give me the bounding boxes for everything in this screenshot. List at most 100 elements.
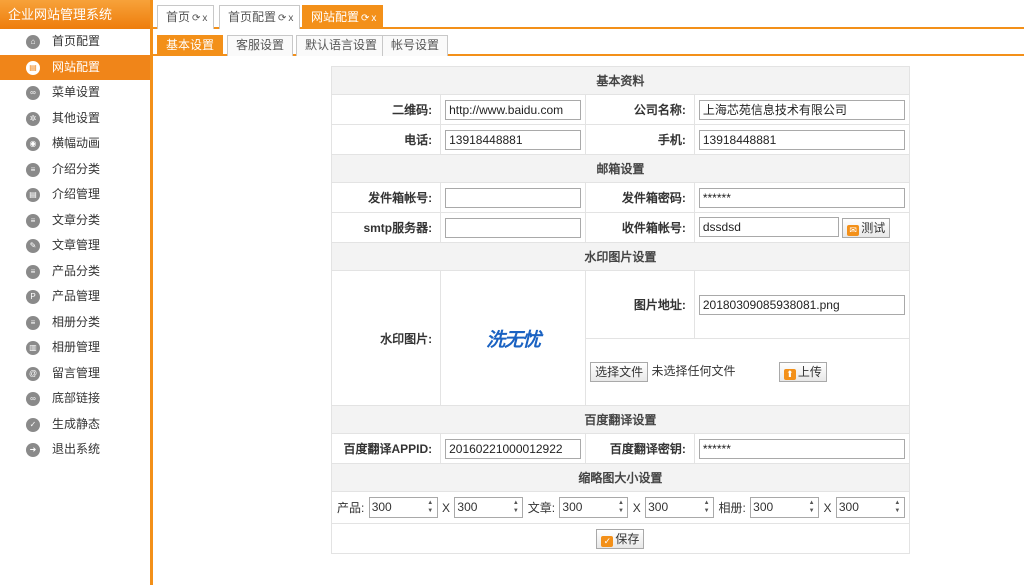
image-path-input[interactable] [698,294,905,315]
website-config-form: 基本资料 二维码: 公司名称: 电话: 手机: 邮箱设置 发件箱帐号: 发件箱密… [330,66,910,554]
refresh-icon[interactable]: ⟳ [192,13,200,24]
sidebar-item-0[interactable]: ⌂ 首页配置 [0,29,150,55]
x-separator: X [632,500,641,515]
upload-label: 上传 [797,365,822,379]
phone-input[interactable] [445,129,582,150]
choose-file-button[interactable]: 选择文件 [590,362,649,382]
save-check-icon: ✓ [601,535,614,547]
article-width-value: 300 [562,500,583,514]
album-height-value: 300 [838,500,859,514]
sidebar-item-12[interactable]: ▥ 相册管理 [0,335,150,361]
sidebar-item-label: 相册分类 [52,314,101,329]
spinner-arrows-icon[interactable]: ▲ ▼ [806,499,817,516]
sidebar-item-14[interactable]: ∞ 底部链接 [0,386,150,412]
smtp-server-label: smtp服务器: [330,212,442,243]
sidebar-item-16[interactable]: ➜ 退出系统 [0,437,150,463]
sub-tab-2[interactable]: 默认语言设置 [296,35,387,56]
sender-account-input[interactable] [445,187,582,208]
spinner-arrows-icon[interactable]: ▲ ▼ [615,499,626,516]
list-icon: ≡ [26,315,40,330]
sidebar-item-4[interactable]: ◉ 横幅动画 [0,131,150,157]
image-path-label: 图片地址: [585,270,695,339]
sidebar-item-1[interactable]: ▤ 网站配置 [0,54,150,80]
product-height-stepper[interactable]: 300 ▲ ▼ [454,497,524,518]
sidebar-item-6[interactable]: ▤ 介绍管理 [0,182,150,208]
qrcode-input[interactable] [445,99,582,120]
sidebar-item-label: 横幅动画 [52,136,101,150]
spinner-arrows-icon[interactable]: ▲ ▼ [701,499,712,516]
album-width-stepper[interactable]: 300 ▲ ▼ [750,497,820,518]
sidebar-item-label: 菜单设置 [52,85,101,99]
settings-sub-tabs: 基本设置 客服设置 默认语言设置 帐号设置 [153,31,1024,56]
sidebar-item-9[interactable]: ≡ 产品分类 [0,259,150,285]
page-tab-label: 首页 [166,10,191,24]
page-tab-2[interactable]: 网站配置 ⟳ x [302,5,384,29]
save-button[interactable]: ✓ 保存 [596,528,645,549]
receiver-account-label: 收件箱帐号: [585,212,695,243]
baidu-key-input[interactable] [698,438,905,459]
sidebar-item-13[interactable]: @ 留言管理 [0,361,150,387]
article-height-value: 300 [648,500,669,514]
sidebar-item-10[interactable]: P 产品管理 [0,284,150,310]
close-icon[interactable]: x [288,13,293,24]
company-name-input[interactable] [698,99,905,120]
article-width-stepper[interactable]: 300 ▲ ▼ [559,497,629,518]
watermark-logo: 洗无忧 [486,328,541,351]
page-tab-0[interactable]: 首页 ⟳ x [157,5,215,29]
spinner-arrows-icon[interactable]: ▲ ▼ [510,499,521,516]
gear-icon: ✲ [26,111,40,126]
product-height-value: 300 [457,500,478,514]
close-icon[interactable]: x [202,13,207,24]
sidebar-nav: ⌂ 首页配置 ▤ 网站配置 ∞ 菜单设置 ✲ 其他设置 ◉ 横幅动画 ≡ 介绍分类 ▤ 介绍管理 ≡ 文章分类… [0,29,150,463]
watermark-image-preview: 洗无忧 [440,270,587,406]
mobile-input[interactable] [698,129,905,150]
list-icon: ≡ [26,264,40,279]
sub-tab-3[interactable]: 帐号设置 [382,35,449,56]
p-icon: P [26,290,40,304]
qrcode-label: 二维码: [330,94,442,125]
article-height-stepper[interactable]: 300 ▲ ▼ [645,497,715,518]
check-icon: ✓ [26,417,40,432]
sidebar-item-label: 首页配置 [52,34,101,48]
link-icon: ∞ [26,392,40,406]
baidu-appid-input[interactable] [445,438,582,459]
section-header-watermark: 水印图片设置 [331,242,910,271]
spinner-arrows-icon[interactable]: ▲ ▼ [425,499,436,516]
sidebar-item-2[interactable]: ∞ 菜单设置 [0,80,150,106]
x-separator: X [442,500,451,515]
test-mail-button[interactable]: ✉ 测试 [842,217,891,238]
page-tab-1[interactable]: 首页配置 ⟳ x [219,5,301,29]
album-height-stepper[interactable]: 300 ▲ ▼ [835,497,905,518]
link-icon: ∞ [26,86,40,100]
section-header-mail: 邮箱设置 [331,154,910,183]
at-icon: @ [26,366,40,381]
sidebar-item-label: 底部链接 [52,391,101,405]
sidebar-item-11[interactable]: ≡ 相册分类 [0,310,150,336]
sender-password-input[interactable] [698,187,905,208]
refresh-icon[interactable]: ⟳ [278,13,286,24]
spinner-arrows-icon[interactable]: ▲ ▼ [892,499,903,516]
no-file-chosen-text: 未选择任何文件 [651,364,736,379]
product-width-stepper[interactable]: 300 ▲ ▼ [368,497,438,518]
arrow-right-icon: ➜ [26,443,40,457]
sidebar-item-5[interactable]: ≡ 介绍分类 [0,157,150,183]
mobile-label: 手机: [585,124,695,155]
sidebar-item-label: 介绍管理 [52,187,101,201]
sub-tab-1[interactable]: 客服设置 [227,35,294,56]
section-header-baidu: 百度翻译设置 [331,405,910,434]
smtp-server-input[interactable] [445,217,582,238]
sidebar-item-15[interactable]: ✓ 生成静态 [0,412,150,438]
sub-tab-0[interactable]: 基本设置 [157,35,224,56]
upload-button[interactable]: ⬆ 上传 [778,362,827,382]
company-name-label: 公司名称: [585,94,695,125]
sidebar-item-7[interactable]: ≡ 文章分类 [0,208,150,234]
mail-icon: ✉ [847,224,860,236]
refresh-icon[interactable]: ⟳ [361,13,369,24]
page-tab-label: 网站配置 [311,10,360,24]
sidebar-item-label: 留言管理 [52,365,101,380]
receiver-account-input[interactable] [698,217,839,238]
sidebar-item-3[interactable]: ✲ 其他设置 [0,106,150,132]
close-icon[interactable]: x [371,13,376,24]
sidebar-item-8[interactable]: ✎ 文章管理 [0,233,150,259]
sidebar-item-label: 相册管理 [52,340,101,354]
